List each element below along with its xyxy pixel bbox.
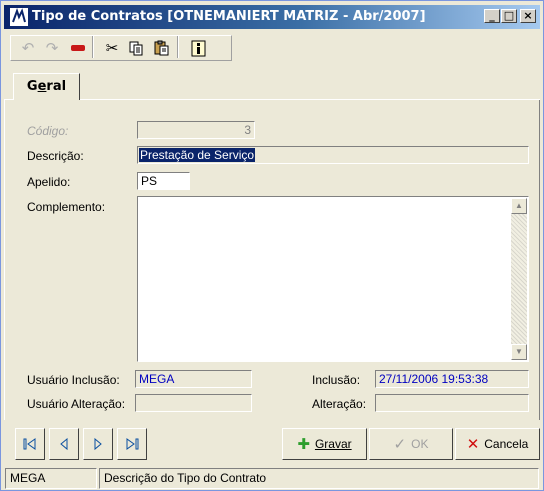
window: Tipo de Contratos [OTNEMANIERT MATRIZ - … bbox=[0, 0, 544, 491]
toolbar-separator bbox=[92, 36, 94, 58]
previous-record-button[interactable] bbox=[49, 428, 79, 460]
status-bar: MEGA Descrição do Tipo do Contrato bbox=[4, 468, 541, 489]
copy-icon[interactable] bbox=[124, 35, 148, 61]
inclusao-label: Inclusão: bbox=[312, 373, 361, 387]
toolbar-separator bbox=[177, 36, 179, 58]
redo-icon[interactable]: ↷ bbox=[40, 35, 64, 61]
window-title: Tipo de Contratos [OTNEMANIERT MATRIZ - … bbox=[32, 9, 426, 24]
ok-button[interactable]: ✓ OK bbox=[369, 428, 453, 460]
undo-icon[interactable]: ↶ bbox=[16, 35, 40, 61]
complemento-label: Complemento: bbox=[27, 200, 106, 214]
usuario-alteracao-field bbox=[135, 394, 252, 412]
toolbar: ↶ ↷ ✂ bbox=[4, 32, 540, 64]
maximize-icon[interactable]: □ bbox=[501, 9, 517, 23]
first-record-button[interactable] bbox=[15, 428, 45, 460]
tab-geral[interactable]: Geral bbox=[13, 73, 80, 100]
descricao-value: Prestação de Serviço bbox=[139, 148, 256, 162]
previous-record-icon bbox=[60, 437, 68, 451]
descricao-field[interactable]: Prestação de Serviço bbox=[137, 146, 529, 164]
gravar-icon: ✚ bbox=[297, 435, 310, 453]
usuario-alteracao-label: Usuário Alteração: bbox=[27, 397, 126, 411]
last-record-icon bbox=[126, 438, 139, 450]
scroll-down-icon[interactable]: ▼ bbox=[511, 344, 527, 360]
close-icon[interactable]: × bbox=[520, 9, 536, 23]
inclusao-field: 27/11/2006 19:53:38 bbox=[375, 370, 529, 388]
apelido-field[interactable]: PS bbox=[137, 172, 190, 190]
first-record-icon bbox=[23, 438, 36, 450]
minimize-icon[interactable]: _ bbox=[484, 9, 500, 23]
status-message: Descrição do Tipo do Contrato bbox=[99, 468, 539, 489]
descricao-label: Descrição: bbox=[27, 149, 84, 163]
info-icon[interactable] bbox=[186, 35, 210, 61]
checkmark-icon: ✓ bbox=[393, 435, 407, 453]
alteracao-field bbox=[375, 394, 529, 412]
codigo-label: Código: bbox=[27, 124, 69, 138]
status-user: MEGA bbox=[5, 468, 97, 489]
tab-geral-label: Geral bbox=[26, 79, 67, 94]
usuario-inclusao-label: Usuário Inclusão: bbox=[27, 373, 120, 387]
cut-icon[interactable]: ✂ bbox=[100, 35, 124, 61]
navigation-bar: ✚ Gravar ✓ OK ✕ Cancela bbox=[10, 428, 541, 462]
codigo-field: 3 bbox=[137, 121, 255, 139]
paste-icon[interactable] bbox=[150, 35, 174, 61]
cancel-icon: ✕ bbox=[466, 435, 480, 453]
title-bar[interactable]: Tipo de Contratos [OTNEMANIERT MATRIZ - … bbox=[4, 5, 540, 29]
cancela-label: Cancela bbox=[484, 437, 529, 451]
alteracao-label: Alteração: bbox=[312, 397, 367, 411]
usuario-inclusao-field: MEGA bbox=[135, 370, 252, 388]
gravar-button[interactable]: ✚ Gravar bbox=[282, 428, 367, 460]
mega-logo-icon bbox=[10, 8, 28, 26]
next-record-button[interactable] bbox=[83, 428, 113, 460]
cancela-button[interactable]: ✕ Cancela bbox=[455, 428, 540, 460]
delete-icon[interactable] bbox=[66, 35, 90, 61]
next-record-icon bbox=[94, 437, 102, 451]
scroll-up-icon[interactable]: ▲ bbox=[511, 198, 527, 214]
gravar-label: Gravar bbox=[314, 437, 352, 451]
apelido-label: Apelido: bbox=[27, 175, 71, 189]
complemento-memo[interactable]: ▲ ▼ bbox=[137, 196, 529, 362]
ok-label: OK bbox=[411, 437, 429, 451]
complemento-scrollbar[interactable]: ▲ ▼ bbox=[511, 198, 527, 360]
last-record-button[interactable] bbox=[117, 428, 147, 460]
